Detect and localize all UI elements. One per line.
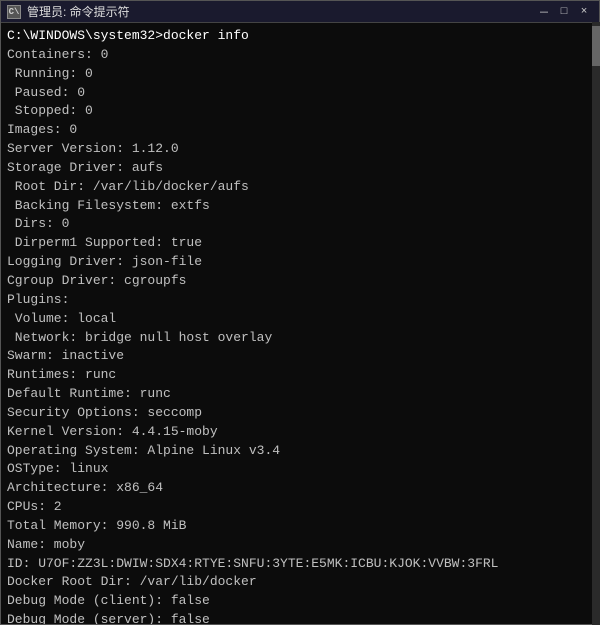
terminal-line: Swarm: inactive (7, 347, 593, 366)
scrollbar-thumb[interactable] (592, 26, 600, 66)
terminal-line: Network: bridge null host overlay (7, 329, 593, 348)
terminal-line: Total Memory: 990.8 MiB (7, 517, 593, 536)
terminal-line: Storage Driver: aufs (7, 159, 593, 178)
window-title: 管理员: 命令提示符 (27, 3, 130, 20)
terminal-line: Debug Mode (client): false (7, 592, 593, 611)
terminal-line: Dirs: 0 (7, 215, 593, 234)
terminal-body: C:\WINDOWS\system32>docker infoContainer… (1, 23, 599, 624)
terminal-line: Containers: 0 (7, 46, 593, 65)
terminal-line: Logging Driver: json-file (7, 253, 593, 272)
title-bar: C\ 管理员: 命令提示符 － □ × (1, 1, 599, 23)
terminal-line: Backing Filesystem: extfs (7, 197, 593, 216)
terminal-line: Kernel Version: 4.4.15-moby (7, 423, 593, 442)
terminal-line: Operating System: Alpine Linux v3.4 (7, 442, 593, 461)
terminal-line: Cgroup Driver: cgroupfs (7, 272, 593, 291)
cmd-icon: C\ (7, 5, 21, 19)
terminal-line: Volume: local (7, 310, 593, 329)
title-bar-left: C\ 管理员: 命令提示符 (7, 3, 130, 20)
scrollbar-track[interactable] (592, 22, 600, 625)
terminal-line: Plugins: (7, 291, 593, 310)
terminal-line: Paused: 0 (7, 84, 593, 103)
terminal-line: Docker Root Dir: /var/lib/docker (7, 573, 593, 592)
terminal-line: Server Version: 1.12.0 (7, 140, 593, 159)
terminal-line: C:\WINDOWS\system32>docker info (7, 27, 593, 46)
maximize-button[interactable]: □ (555, 4, 573, 20)
terminal-line: Runtimes: runc (7, 366, 593, 385)
window-wrapper: C\ 管理员: 命令提示符 － □ × C:\WINDOWS\system32>… (0, 0, 600, 625)
terminal-line: OSType: linux (7, 460, 593, 479)
terminal-line: Dirperm1 Supported: true (7, 234, 593, 253)
window-controls: － □ × (535, 4, 593, 20)
terminal-line: Stopped: 0 (7, 102, 593, 121)
close-button[interactable]: × (575, 4, 593, 20)
terminal-line: CPUs: 2 (7, 498, 593, 517)
minimize-button[interactable]: － (535, 4, 553, 20)
terminal-line: Architecture: x86_64 (7, 479, 593, 498)
terminal-line: Default Runtime: runc (7, 385, 593, 404)
terminal-line: Security Options: seccomp (7, 404, 593, 423)
terminal-line: Name: moby (7, 536, 593, 555)
terminal-line: Debug Mode (server): false (7, 611, 593, 624)
terminal-line: Running: 0 (7, 65, 593, 84)
window-frame: C\ 管理员: 命令提示符 － □ × C:\WINDOWS\system32>… (0, 0, 600, 625)
terminal-line: Images: 0 (7, 121, 593, 140)
terminal-line: Root Dir: /var/lib/docker/aufs (7, 178, 593, 197)
terminal-line: ID: U7OF:ZZ3L:DWIW:SDX4:RTYE:SNFU:3YTE:E… (7, 555, 593, 574)
